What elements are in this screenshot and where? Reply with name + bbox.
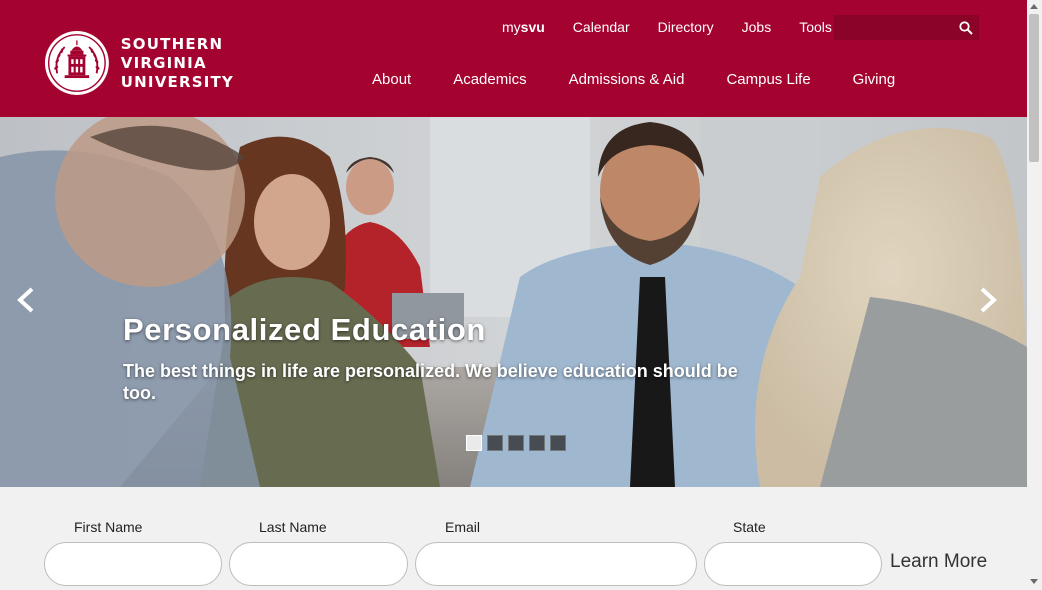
search-icon (958, 20, 973, 35)
carousel-dot-1[interactable] (466, 435, 482, 451)
mysvu-prefix: my (502, 19, 521, 35)
email-label: Email (445, 519, 481, 535)
utility-link-calendar[interactable]: Calendar (573, 19, 630, 35)
carousel-dot-3[interactable] (508, 435, 524, 451)
site-header: SOUTHERN VIRGINIA UNIVERSITY mysvu Calen… (0, 0, 1027, 117)
carousel-dot-5[interactable] (550, 435, 566, 451)
last-name-field[interactable] (229, 542, 408, 586)
hero-caption: Personalized Education The best things i… (123, 312, 763, 404)
search-button[interactable] (952, 15, 979, 40)
carousel-dot-4[interactable] (529, 435, 545, 451)
hero-carousel: Personalized Education The best things i… (0, 117, 1027, 487)
main-nav-academics[interactable]: Academics (453, 71, 526, 88)
state-label: State (733, 519, 766, 535)
hero-photo (0, 117, 1027, 487)
page-scrollbar[interactable] (1027, 0, 1042, 590)
utility-link-mysvu[interactable]: mysvu (502, 19, 545, 35)
utility-link-jobs[interactable]: Jobs (742, 19, 772, 35)
learn-more-button[interactable]: Learn More (890, 551, 987, 573)
main-nav-admissions-aid[interactable]: Admissions & Aid (569, 71, 685, 88)
search-input[interactable] (834, 15, 952, 40)
wordmark-line: SOUTHERN (120, 34, 224, 53)
wordmark-line: UNIVERSITY (120, 72, 234, 91)
chevron-left-icon (17, 287, 34, 313)
last-name-label: Last Name (259, 519, 327, 535)
utility-link-tools[interactable]: Tools (799, 19, 832, 35)
main-nav: About Academics Admissions & Aid Campus … (372, 71, 937, 88)
main-nav-campus-life[interactable]: Campus Life (726, 71, 810, 88)
university-wordmark: SOUTHERN VIRGINIA UNIVERSITY (121, 35, 234, 92)
university-seal-icon (44, 31, 109, 95)
first-name-label: First Name (74, 519, 143, 535)
utility-link-directory[interactable]: Directory (658, 19, 714, 35)
main-nav-giving[interactable]: Giving (853, 71, 896, 88)
chevron-right-icon (980, 287, 997, 313)
main-nav-about[interactable]: About (372, 71, 411, 88)
hero-title: Personalized Education (123, 312, 486, 347)
wordmark-line: VIRGINIA (120, 53, 207, 72)
scroll-down-arrow-icon[interactable] (1030, 579, 1038, 584)
site-search (834, 15, 979, 40)
inquiry-form: First Name Last Name Email State Learn M… (0, 487, 1027, 590)
mysvu-bold: svu (520, 19, 545, 35)
carousel-prev-button[interactable] (12, 285, 42, 315)
scrollbar-thumb[interactable] (1029, 14, 1039, 162)
utility-nav: mysvu Calendar Directory Jobs Tools (502, 19, 860, 35)
carousel-indicators (466, 435, 571, 451)
university-logo[interactable]: SOUTHERN VIRGINIA UNIVERSITY (44, 28, 234, 98)
state-field[interactable] (704, 542, 882, 586)
hero-subtitle: The best things in life are personalized… (123, 361, 738, 403)
first-name-field[interactable] (44, 542, 222, 586)
carousel-next-button[interactable] (972, 285, 1002, 315)
scroll-up-arrow-icon[interactable] (1030, 4, 1038, 9)
email-field[interactable] (415, 542, 697, 586)
carousel-dot-2[interactable] (487, 435, 503, 451)
